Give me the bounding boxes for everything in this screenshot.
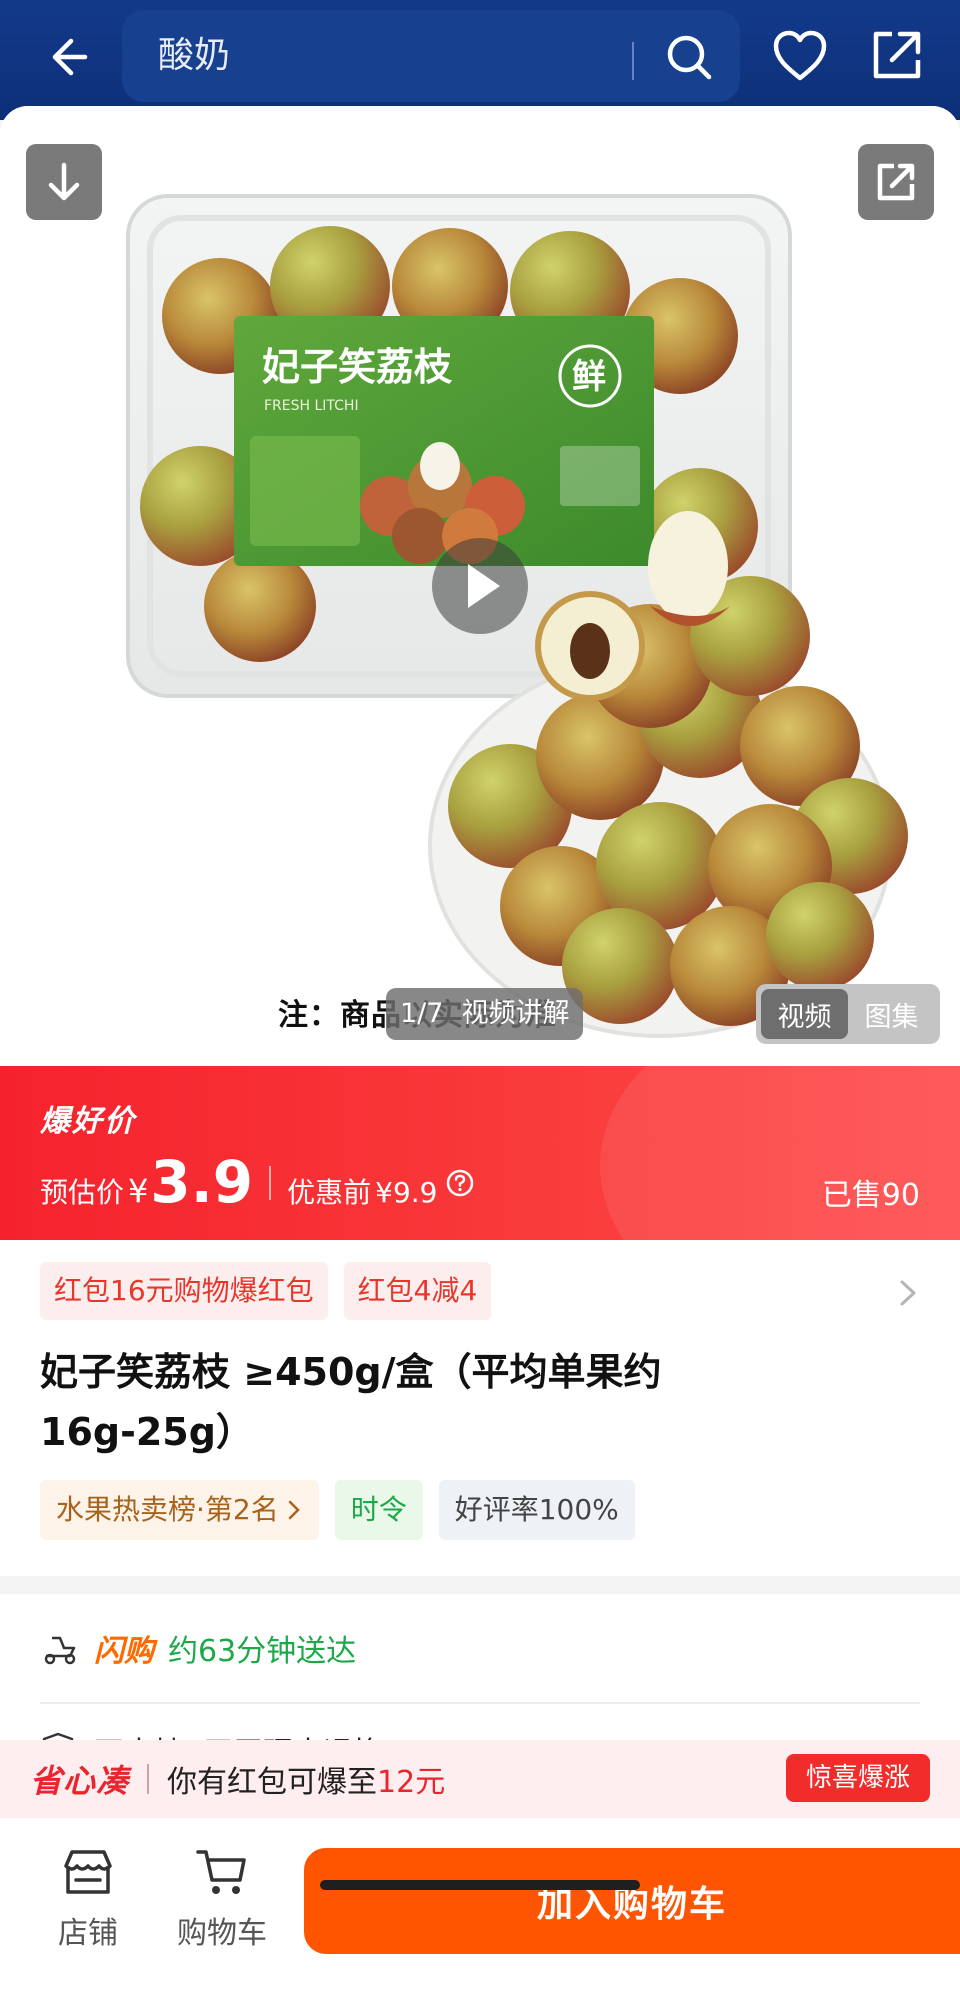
flash-buy-tag: 闪购 <box>94 1634 154 1669</box>
media-toggle: 视频 图集 <box>756 984 940 1044</box>
price-separator <box>269 1166 272 1200</box>
store-label: 店铺 <box>58 1916 118 1951</box>
redpacket-separator <box>147 1764 150 1794</box>
product-media[interactable]: 妃子笑荔枝 FRESH LITCHI 鲜 1/7 视频讲解 视频 图集 <box>0 106 960 1066</box>
toggle-video[interactable]: 视频 <box>761 989 848 1039</box>
download-icon <box>48 162 80 201</box>
product-title: 妃子笑荔枝 ≥450g/盒（平均单果约16g-25g） <box>40 1350 662 1454</box>
season-tag: 时令 <box>334 1480 423 1540</box>
coupon-chip[interactable]: 红包16元购物爆红包 <box>40 1262 328 1320</box>
cart-icon <box>196 1850 246 1894</box>
heart-icon[interactable] <box>768 24 832 88</box>
box-label-badge: 鲜 <box>572 357 606 397</box>
product-sheet: 妃子笑荔枝 FRESH LITCHI 鲜 1/7 视频讲解 视频 图集 爆好价 … <box>0 106 960 2011</box>
toggle-gallery[interactable]: 图集 <box>848 989 935 1039</box>
store-icon <box>64 1850 112 1894</box>
cart-button[interactable]: 购物车 <box>162 1846 282 1952</box>
share-icon[interactable] <box>864 24 928 88</box>
price-row: 预估价 ¥ 3.9 优惠前 ¥9.9 <box>40 1148 475 1218</box>
download-button[interactable] <box>26 144 102 220</box>
price-banner: 爆好价 预估价 ¥ 3.9 优惠前 ¥9.9 已售90 <box>0 1066 960 1240</box>
open-external-button[interactable] <box>858 144 934 220</box>
redpacket-text: 你有红包可爆至 <box>167 1765 378 1800</box>
price-value: 3.9 <box>150 1148 254 1216</box>
back-button[interactable] <box>30 22 100 92</box>
delivery-row[interactable]: 闪购 约63分钟送达 <box>40 1618 356 1678</box>
estimate-label: 预估价 <box>40 1176 125 1209</box>
search-divider <box>632 42 634 80</box>
store-button[interactable]: 店铺 <box>40 1846 136 1952</box>
media-counter: 1/7 <box>400 998 444 1029</box>
coupon-row: 红包16元购物爆红包 红包4减4 <box>40 1262 492 1320</box>
promo-tag: 爆好价 <box>40 1104 136 1139</box>
product-image: 妃子笑荔枝 FRESH LITCHI 鲜 <box>126 194 908 1038</box>
video-explain-label: 视频讲解 <box>461 998 570 1029</box>
coupon-chip[interactable]: 红包4减4 <box>343 1262 492 1320</box>
top-bar: 酸奶 <box>0 0 960 120</box>
scooter-icon <box>44 1636 76 1665</box>
tag-row: 水果热卖榜·第2名 时令 好评率100% <box>40 1480 635 1540</box>
search-query: 酸奶 <box>158 35 231 76</box>
media-counter-pill[interactable]: 1/7 视频讲解 <box>386 988 584 1040</box>
search-box[interactable]: 酸奶 <box>122 10 740 102</box>
chevron-right-icon <box>288 1500 300 1520</box>
redpacket-strip[interactable]: 省心凑 你有红包可爆至 12元 惊喜爆涨 <box>0 1740 960 1818</box>
box-label-title: 妃子笑荔枝 <box>262 345 453 389</box>
bottom-action-bar: 店铺 购物车 加入购物车 <box>0 1818 960 2011</box>
rating-tag: 好评率100% <box>438 1480 635 1540</box>
price-currency: ¥ <box>128 1172 149 1210</box>
redpacket-logo: 省心凑 <box>30 1762 130 1800</box>
product-detail-page: 酸奶 妃子笑荔枝 FRESH LITCHI 鲜 1/7 视频讲解 视频 图集 爆… <box>0 0 960 2011</box>
back-arrow-icon <box>52 38 88 76</box>
row-divider <box>40 1702 920 1704</box>
sold-count: 已售90 <box>821 1178 920 1213</box>
section-divider <box>0 1576 960 1594</box>
add-to-cart-button[interactable]: 加入购物车 <box>304 1848 960 1954</box>
delivery-time: 约63分钟送达 <box>168 1634 357 1669</box>
rank-tag[interactable]: 水果热卖榜·第2名 <box>40 1480 319 1540</box>
surprise-boost-button[interactable]: 惊喜爆涨 <box>785 1754 930 1802</box>
external-link-icon <box>877 163 915 201</box>
help-icon[interactable] <box>445 1168 475 1198</box>
cart-label: 购物车 <box>177 1916 267 1951</box>
home-indicator[interactable] <box>320 1880 640 1890</box>
search-icon[interactable] <box>662 30 716 84</box>
redpacket-amount: 12元 <box>377 1765 446 1800</box>
original-price: ¥9.9 <box>375 1176 438 1209</box>
chevron-right-icon[interactable] <box>894 1278 920 1308</box>
rank-label: 水果热卖榜·第2名 <box>56 1493 279 1526</box>
original-label: 优惠前 <box>287 1176 372 1209</box>
box-label-sub: FRESH LITCHI <box>264 398 359 414</box>
